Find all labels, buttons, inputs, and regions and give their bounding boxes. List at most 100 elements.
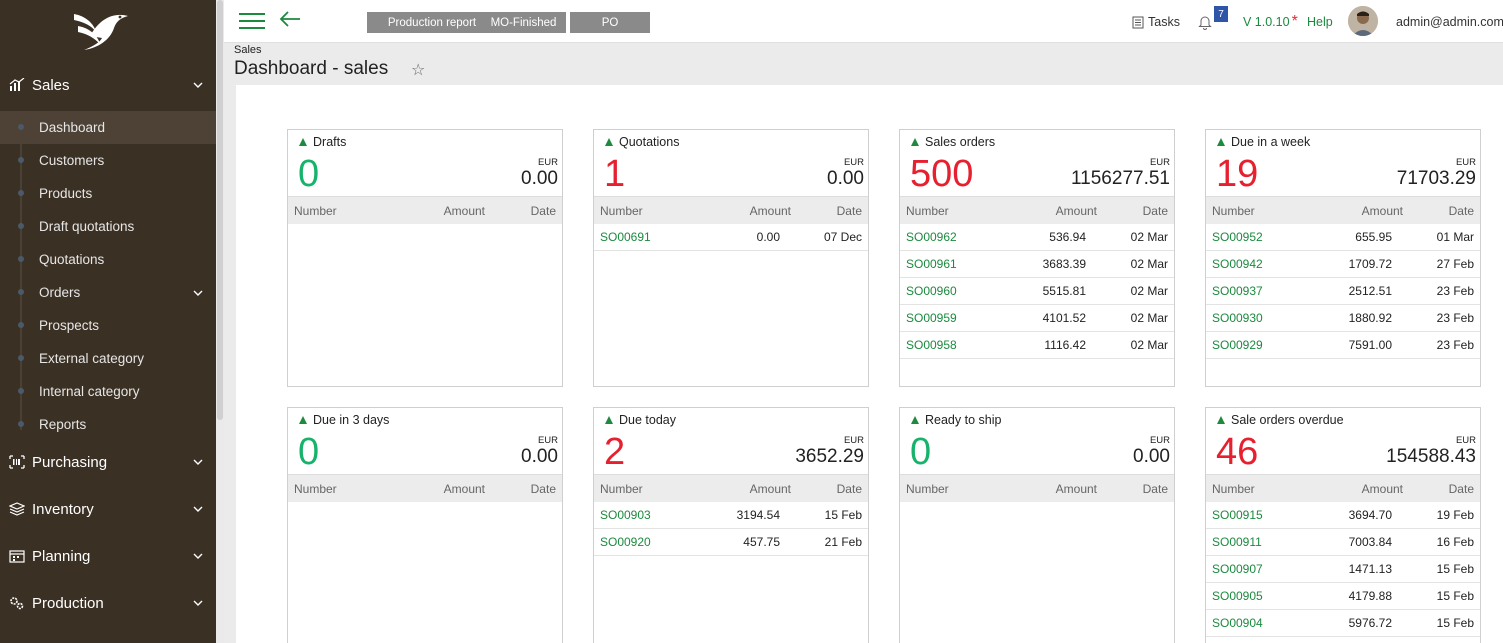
page-title: Dashboard - sales	[234, 58, 389, 79]
order-number-link[interactable]: SO00929	[1212, 338, 1263, 352]
table-row[interactable]: SO00959 4101.52 02 Mar	[900, 305, 1174, 332]
sidebar-item-customers[interactable]: Customers	[0, 144, 216, 177]
table-row[interactable]: SO00904 5976.72 15 Feb	[1206, 610, 1480, 637]
order-number-link[interactable]: SO00903	[600, 508, 651, 522]
version-mark: *	[1291, 12, 1298, 30]
user-email[interactable]: admin@admin.com	[1396, 0, 1503, 43]
sidebar-item-external-category[interactable]: External category	[0, 342, 216, 375]
table-row[interactable]: SO00930 1880.92 23 Feb	[1206, 305, 1480, 332]
card-title[interactable]: Due today	[605, 413, 676, 427]
triangle-up-icon	[605, 138, 613, 146]
card-title[interactable]: Quotations	[605, 135, 679, 149]
sidebar-section-production[interactable]: Production	[0, 588, 216, 618]
order-number-link[interactable]: SO00911	[1212, 535, 1262, 549]
sidebar-item-quotations[interactable]: Quotations	[0, 243, 216, 276]
card-title[interactable]: Sale orders overdue	[1217, 413, 1344, 427]
table-row[interactable]: SO00937 2512.51 23 Feb	[1206, 278, 1480, 305]
order-amount: 7003.84	[1348, 535, 1392, 549]
sidebar-section-inventory[interactable]: Inventory	[0, 494, 216, 524]
card-count: 0	[910, 431, 932, 473]
table-row[interactable]: SO00929 7591.00 23 Feb	[1206, 332, 1480, 359]
sidebar-item-reports[interactable]: Reports	[0, 408, 216, 441]
order-number-link[interactable]: SO00920	[600, 535, 651, 549]
sidebar-item-prospects[interactable]: Prospects	[0, 309, 216, 342]
table-row[interactable]: SO00911 7003.84 16 Feb	[1206, 529, 1480, 556]
table-row[interactable]: SO00920 457.75 21 Feb	[594, 529, 868, 556]
help-link[interactable]: Help	[1307, 0, 1333, 43]
order-amount: 3194.54	[736, 508, 780, 522]
order-amount: 5515.81	[1042, 284, 1086, 298]
order-number-link[interactable]: SO00907	[1212, 562, 1263, 576]
version-label: V 1.0.10 *	[1243, 0, 1298, 43]
dashboard-card: Due in 3 days 0 EUR 0.00 Number Amount Date	[287, 407, 563, 643]
order-number-link[interactable]: SO00959	[906, 311, 957, 325]
bullet-icon	[18, 157, 24, 163]
tasks-link[interactable]: Tasks	[1132, 0, 1180, 43]
card-total: 0.00	[521, 446, 558, 467]
sidebar-item-internal-category[interactable]: Internal category	[0, 375, 216, 408]
table-row[interactable]: SO00961 3683.39 02 Mar	[900, 251, 1174, 278]
card-total: 0.00	[1133, 446, 1170, 467]
order-number-link[interactable]: SO00915	[1212, 508, 1263, 522]
table-header: Number Amount Date	[594, 474, 868, 502]
order-date: 02 Mar	[1130, 230, 1168, 244]
order-amount: 1116.42	[1044, 338, 1086, 352]
sidebar-item-products[interactable]: Products	[0, 177, 216, 210]
breadcrumb[interactable]: Sales	[234, 44, 262, 56]
order-number-link[interactable]: SO00962	[906, 230, 957, 244]
table-row[interactable]: SO00907 1471.13 15 Feb	[1206, 556, 1480, 583]
table-row[interactable]: SO00905 4179.88 15 Feb	[1206, 583, 1480, 610]
order-number-link[interactable]: SO00961	[906, 257, 957, 271]
order-number-link[interactable]: SO00691	[600, 230, 651, 244]
card-currency: EUR	[537, 157, 558, 168]
user-avatar[interactable]	[1348, 6, 1378, 36]
column-header-amount: Amount	[443, 204, 485, 218]
order-number-link[interactable]: SO00904	[1212, 616, 1263, 630]
table-row[interactable]: SO00691 0.00 07 Dec	[594, 224, 868, 251]
order-number-link[interactable]: SO00952	[1212, 230, 1263, 244]
sidebar-item-draft-quotations[interactable]: Draft quotations	[0, 210, 216, 243]
sidebar-section-purchasing[interactable]: Purchasing	[0, 447, 216, 477]
notifications-button[interactable]	[1198, 0, 1212, 43]
sidebar-scroll-thumb[interactable]	[217, 0, 223, 420]
order-date: 21 Feb	[824, 535, 862, 549]
table-row[interactable]: SO00962 536.94 02 Mar	[900, 224, 1174, 251]
order-number-link[interactable]: SO00958	[906, 338, 957, 352]
dashboard-card: Due today 2 EUR 3652.29 Number Amount Date SO00…	[593, 407, 869, 643]
card-title[interactable]: Ready to ship	[911, 413, 1001, 427]
hamburger-menu-icon[interactable]	[239, 12, 265, 30]
sidebar-section-planning[interactable]: Planning	[0, 541, 216, 571]
order-number-link[interactable]: SO00942	[1212, 257, 1263, 271]
order-number-link[interactable]: SO00960	[906, 284, 957, 298]
table-row[interactable]: SO00915 3694.70 19 Feb	[1206, 502, 1480, 529]
table-row[interactable]: SO00960 5515.81 02 Mar	[900, 278, 1174, 305]
quick-production-report-button[interactable]: Production report	[367, 12, 497, 33]
column-header-date: Date	[1142, 204, 1168, 218]
sidebar-item-dashboard[interactable]: Dashboard	[0, 111, 216, 144]
sidebar-item-label: Draft quotations	[39, 219, 135, 234]
order-number-link[interactable]: SO00905	[1212, 589, 1263, 603]
table-row[interactable]: SO00903 3194.54 15 Feb	[594, 502, 868, 529]
sidebar-section-sales[interactable]: Sales	[0, 70, 216, 100]
card-title[interactable]: Due in a week	[1217, 135, 1310, 149]
sidebar-item-orders[interactable]: Orders	[0, 276, 216, 309]
table-header: Number Amount Date	[1206, 196, 1480, 224]
order-date: 27 Feb	[1436, 257, 1474, 271]
table-row[interactable]: SO00952 655.95 01 Mar	[1206, 224, 1480, 251]
back-arrow-icon[interactable]	[278, 9, 302, 29]
quick-mo-finished-button[interactable]: MO-Finished	[481, 12, 566, 33]
table-row[interactable]: SO00942 1709.72 27 Feb	[1206, 251, 1480, 278]
table-header: Number Amount Date	[288, 474, 562, 502]
quick-po-button[interactable]: PO	[570, 12, 650, 33]
order-number-link[interactable]: SO00937	[1212, 284, 1263, 298]
sidebar-section-label: Purchasing	[32, 453, 108, 471]
order-date: 19 Feb	[1436, 508, 1474, 522]
table-row[interactable]: SO00958 1116.42 02 Mar	[900, 332, 1174, 359]
favorite-star-icon[interactable]: ☆	[411, 60, 425, 80]
card-title[interactable]: Due in 3 days	[299, 413, 389, 427]
column-header-number: Number	[1212, 482, 1255, 496]
card-title[interactable]: Sales orders	[911, 135, 995, 149]
card-title[interactable]: Drafts	[299, 135, 346, 149]
order-number-link[interactable]: SO00930	[1212, 311, 1263, 325]
order-amount: 4179.88	[1348, 589, 1392, 603]
